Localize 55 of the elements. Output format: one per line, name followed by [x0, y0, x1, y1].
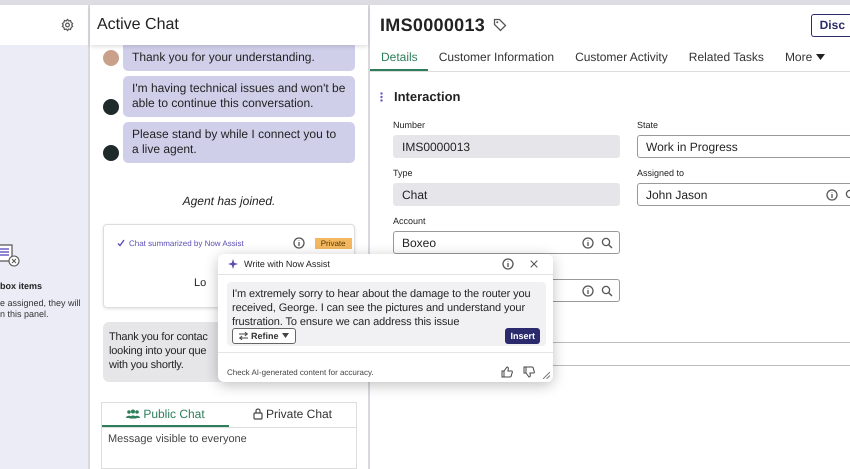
field-label: Number [393, 120, 426, 131]
info-icon[interactable] [582, 236, 594, 248]
chat-message: I'm having technical issues and won't be able to continue this conversation. [123, 76, 355, 117]
info-icon[interactable] [826, 188, 838, 200]
record-tab[interactable]: Customer Information [428, 45, 564, 71]
caret-icon [282, 333, 289, 338]
drag-handle-icon[interactable] [380, 92, 383, 102]
record-tab[interactable]: Details [370, 45, 428, 71]
lock-icon [252, 408, 263, 420]
record-number: IMS0000013 [380, 14, 486, 36]
readonly-field: Chat [393, 183, 620, 206]
reference-field[interactable]: John Jason [637, 183, 850, 206]
people-icon [126, 409, 140, 419]
info-icon[interactable] [502, 258, 514, 270]
caret-icon [816, 54, 826, 60]
user-avatar [103, 50, 119, 66]
bot-avatar [103, 145, 119, 161]
check-icon [117, 239, 125, 247]
record-tab[interactable]: Customer Activity [564, 45, 678, 71]
field-label: Assigned to [637, 168, 686, 179]
sparkle-icon [228, 258, 238, 269]
message-input[interactable]: Message visible to everyone [101, 427, 357, 469]
tag-icon[interactable] [493, 18, 508, 32]
field-label: State [637, 120, 660, 131]
info-icon[interactable] [582, 284, 594, 296]
more-menu[interactable]: More [774, 45, 836, 71]
section-title: Interaction [394, 89, 460, 104]
insert-button[interactable]: Insert [505, 328, 540, 344]
settings-icon[interactable] [61, 18, 74, 32]
discard-button[interactable]: Disc [810, 14, 850, 36]
empty-state-text: e assigned, they will n this panel. [0, 298, 82, 320]
panel-title: Active Chat [97, 16, 179, 34]
search-icon[interactable] [601, 236, 613, 248]
thumbs-down-icon[interactable] [523, 366, 535, 378]
system-message: Agent has joined. [181, 194, 276, 208]
empty-state-title: box items [0, 281, 44, 291]
reference-field[interactable]: Boxeo [393, 231, 620, 254]
chat-message: Please stand by while I connect you to a live agent. [123, 122, 355, 163]
summary-text: Lo [194, 277, 206, 289]
record-tab[interactable]: Related Tasks [678, 45, 774, 71]
chat-message: Thank you for your understanding. [123, 45, 355, 71]
thumbs-up-icon[interactable] [501, 366, 513, 378]
close-icon[interactable] [529, 258, 539, 269]
bot-avatar [103, 99, 119, 115]
search-icon[interactable] [601, 284, 613, 296]
private-badge: Private [314, 238, 352, 248]
resize-grip-icon[interactable] [543, 372, 550, 379]
field-label: Type [393, 168, 414, 179]
refine-button[interactable]: Refine [232, 328, 296, 344]
summary-label: Chat summarized by Now Assist [129, 238, 244, 248]
info-icon[interactable] [292, 237, 305, 249]
dropdown-field[interactable]: Work in Progress [637, 135, 850, 158]
readonly-field: IMS0000013 [393, 135, 620, 158]
dialog-title: Write with Now Assist [244, 258, 331, 269]
field-label: Account [393, 216, 427, 227]
